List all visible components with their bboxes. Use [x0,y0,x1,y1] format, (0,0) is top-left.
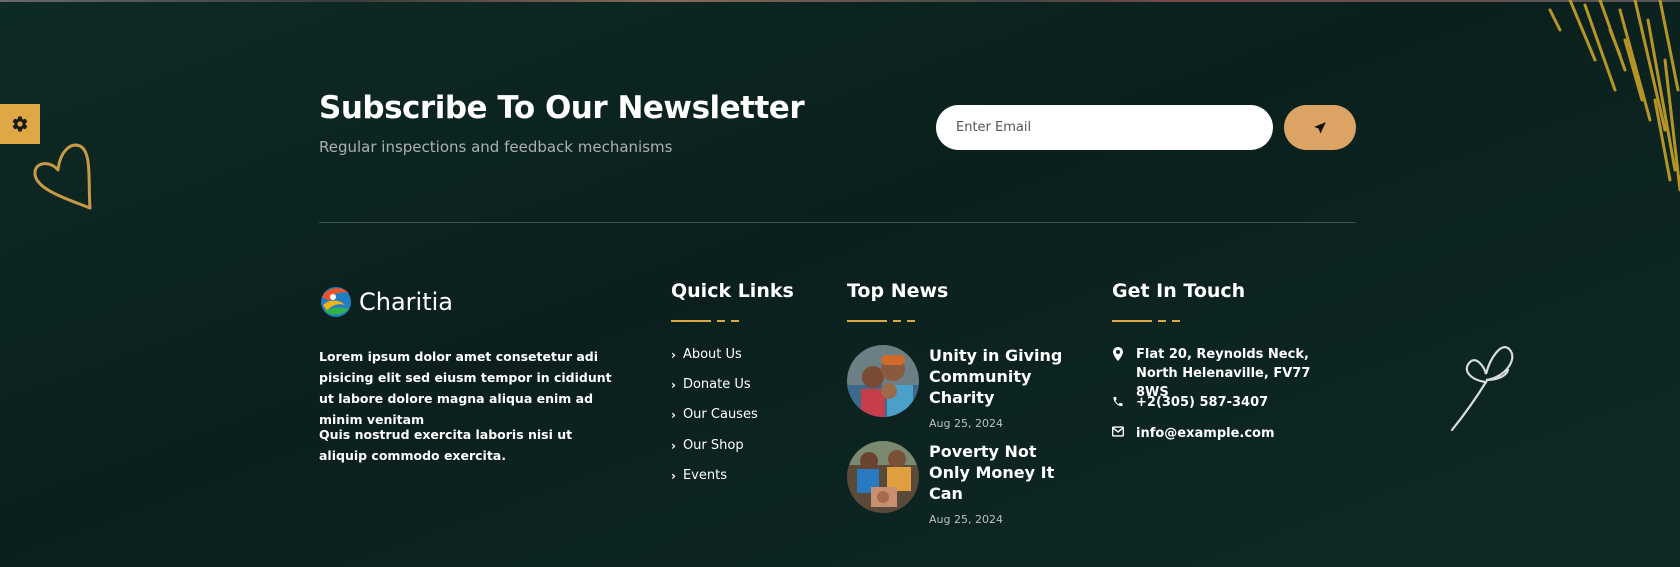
heart-swirl-doodle-icon [1450,346,1514,432]
paper-plane-icon [1314,121,1326,134]
about-paragraph-2: Quis nostrud exercita laboris nisi ut al… [319,427,573,463]
quick-link-our-causes[interactable]: › Our Causes [671,407,758,422]
get-in-touch-title: Get In Touch [1112,280,1246,302]
quick-link-about-us[interactable]: › About Us [671,347,742,362]
quick-link-donate-us[interactable]: › Donate Us [671,377,751,392]
news-thumbnail[interactable] [847,345,919,417]
newsletter-subtitle: Regular inspections and feedback mechani… [319,138,673,156]
contact-phone-text: +2(305) 587-3407 [1136,395,1269,410]
phone-icon [1113,397,1123,406]
quick-link-label: Our Shop [682,438,744,453]
news-thumbnail[interactable] [847,441,919,513]
email-input[interactable] [936,105,1273,150]
quick-link-our-shop[interactable]: › Our Shop [671,438,744,453]
contact-email[interactable]: info@example.com [1112,424,1275,443]
quick-links-underline [671,319,739,322]
chevron-right-icon: › [671,468,676,483]
quick-link-label: About Us [682,347,742,362]
map-pin-icon [1113,347,1123,361]
news-title[interactable]: Poverty Not Only Money It Can [929,441,1079,504]
settings-toggle-button[interactable] [0,104,40,144]
news-item[interactable]: Poverty Not Only Money It Can Aug 25, 20… [847,441,1079,526]
news-item[interactable]: Unity in Giving Community Charity Aug 25… [847,345,1079,430]
chevron-right-icon: › [671,438,676,453]
quick-link-label: Donate Us [682,377,751,392]
quick-link-label: Our Causes [682,407,758,422]
contact-phone[interactable]: +2(305) 587-3407 [1112,393,1268,412]
newsletter-title: Subscribe To Our Newsletter [319,90,805,126]
footer-content: Subscribe To Our Newsletter Regular insp… [319,0,1356,567]
chevron-right-icon: › [671,377,676,392]
quick-link-label: Events [682,468,727,483]
heart-doodle-icon [33,143,92,210]
subscribe-send-button[interactable] [1284,105,1356,150]
top-news-underline [847,319,915,322]
charitia-logo-icon [321,287,351,317]
chevron-right-icon: › [671,407,676,422]
envelope-icon [1112,426,1124,437]
news-date: Aug 25, 2024 [929,513,1003,526]
gear-icon [12,116,28,132]
section-divider [319,222,1356,223]
about-paragraph-1: Lorem ipsum dolor amet consetetur adi pi… [319,349,612,427]
top-news-title: Top News [847,280,949,302]
brand-name: Charitia [359,288,453,316]
quick-link-events[interactable]: › Events [671,468,727,483]
chevron-right-icon: › [671,347,676,362]
contact-email-text: info@example.com [1136,426,1275,441]
quick-links-title: Quick Links [671,280,794,302]
news-date: Aug 25, 2024 [929,417,1003,430]
news-title[interactable]: Unity in Giving Community Charity [929,345,1079,408]
get-in-touch-underline [1112,319,1180,322]
brand-logo[interactable]: Charitia [319,285,453,319]
decorative-brush-strokes [1548,0,1680,192]
